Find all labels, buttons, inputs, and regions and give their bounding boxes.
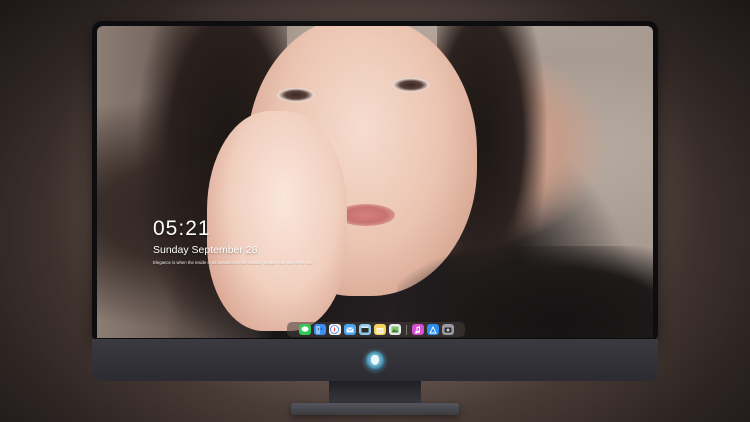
monitor: 05:21 Sunday September 28 Elegance is wh… (92, 21, 658, 415)
monitor-stand-base (291, 403, 459, 415)
wallpaper-hand (207, 111, 347, 331)
finder-icon[interactable] (313, 324, 326, 335)
appstore-icon[interactable] (426, 324, 439, 335)
music-icon[interactable] (411, 324, 424, 335)
messages-icon[interactable] (298, 324, 311, 335)
notes-icon[interactable] (373, 324, 386, 335)
lock-screen[interactable]: 05:21 Sunday September 28 Elegance is wh… (97, 26, 653, 338)
dock-separator (405, 324, 407, 335)
wallpaper-eye-left (277, 88, 315, 102)
safari-icon[interactable] (328, 324, 341, 335)
monitor-bezel: 05:21 Sunday September 28 Elegance is wh… (92, 21, 658, 343)
dock (287, 322, 465, 337)
photos-icon[interactable] (388, 324, 401, 335)
mail-icon[interactable] (343, 324, 356, 335)
lock-clock: 05:21 (153, 217, 211, 240)
wallpaper-eye-right (392, 78, 430, 92)
movie-icon[interactable] (358, 324, 371, 335)
monitor-stand-neck (329, 381, 421, 405)
lock-date: Sunday September 28 (153, 244, 258, 256)
lock-quote: Elegance is when the inside is as beauti… (153, 260, 313, 265)
camera-icon[interactable] (441, 324, 454, 335)
brand-logo-icon (365, 351, 385, 371)
